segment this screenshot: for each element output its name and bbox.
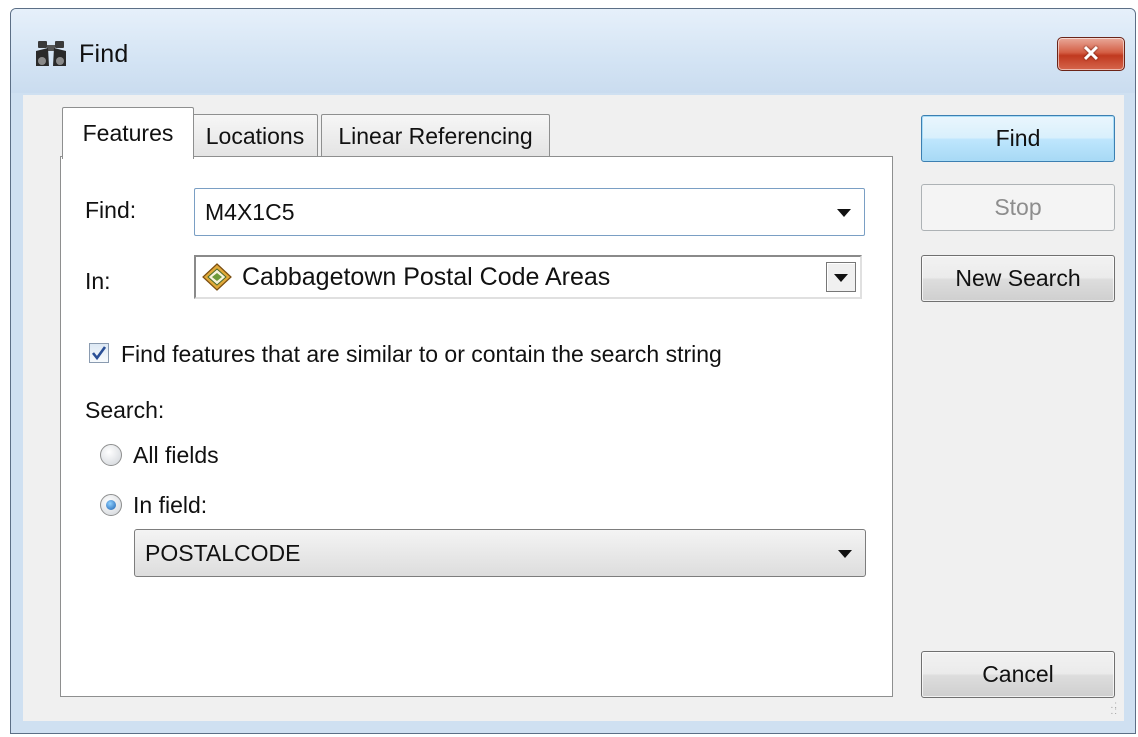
in-layer-select[interactable]: Cabbagetown Postal Code Areas: [194, 255, 862, 299]
find-button-label: Find: [995, 125, 1041, 151]
stop-button[interactable]: Stop: [921, 184, 1115, 231]
tab-features[interactable]: Features: [62, 107, 194, 159]
resize-grip-icon[interactable]: .:.:: [1110, 701, 1118, 717]
in-layer-dropdown-button[interactable]: [826, 262, 856, 292]
find-dialog: Find ✕ Features Locations Linear Referen…: [10, 8, 1136, 734]
chevron-down-icon: [834, 274, 848, 282]
in-field-radio[interactable]: [100, 494, 122, 516]
all-fields-label[interactable]: All fields: [133, 442, 219, 469]
window-title: Find: [79, 40, 129, 68]
find-input[interactable]: M4X1C5: [205, 189, 294, 235]
in-label: In:: [85, 268, 111, 294]
in-field-label[interactable]: In field:: [133, 492, 207, 519]
features-panel: Find: M4X1C5 In: Cabbagetown Postal Code…: [60, 156, 893, 697]
tab-linear-referencing[interactable]: Linear Referencing: [321, 114, 550, 158]
field-select-value: POSTALCODE: [145, 540, 301, 566]
tab-label: Features: [82, 120, 174, 146]
tab-label: Locations: [205, 123, 305, 149]
new-search-button-label: New Search: [955, 265, 1081, 291]
new-search-button[interactable]: New Search: [921, 255, 1115, 302]
feature-layer-icon: [202, 263, 232, 291]
in-layer-value: Cabbagetown Postal Code Areas: [242, 263, 611, 291]
close-button[interactable]: ✕: [1057, 37, 1125, 71]
dialog-body: Features Locations Linear Referencing Fi…: [23, 95, 1124, 721]
cancel-button[interactable]: Cancel: [921, 651, 1115, 698]
tab-locations[interactable]: Locations: [192, 114, 318, 158]
chevron-down-icon[interactable]: [838, 550, 852, 558]
find-button[interactable]: Find: [921, 115, 1115, 162]
close-icon: ✕: [1081, 41, 1101, 66]
search-label: Search:: [85, 397, 165, 423]
similar-checkbox-label[interactable]: Find features that are similar to or con…: [121, 341, 722, 368]
find-combobox[interactable]: M4X1C5: [194, 188, 865, 236]
stop-button-label: Stop: [994, 194, 1042, 220]
tab-label: Linear Referencing: [338, 123, 533, 149]
find-label: Find:: [85, 197, 137, 223]
binoculars-icon: [36, 41, 66, 66]
cancel-button-label: Cancel: [982, 661, 1054, 687]
title-bar[interactable]: Find ✕: [11, 9, 1135, 93]
field-select[interactable]: POSTALCODE: [134, 529, 866, 577]
similar-checkbox[interactable]: [89, 343, 109, 363]
checkmark-icon: [91, 346, 107, 361]
all-fields-radio[interactable]: [100, 444, 122, 466]
chevron-down-icon[interactable]: [837, 209, 851, 217]
